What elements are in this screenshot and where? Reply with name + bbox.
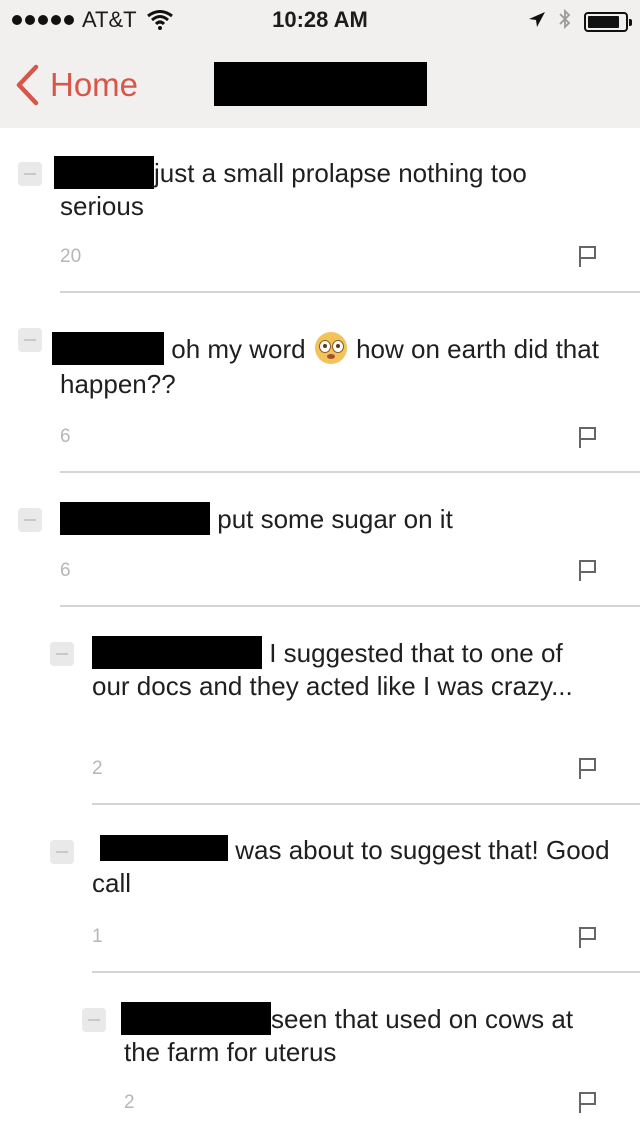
comment-text: was about to suggest that! Good call <box>92 834 612 900</box>
flag-icon[interactable] <box>578 244 598 268</box>
comment-list: just a small prolapse nothing too seriou… <box>0 128 640 1136</box>
comment-score: 2 <box>92 758 103 779</box>
comment-divider <box>60 291 640 293</box>
redacted-username <box>100 835 228 861</box>
comment-text: seen that used on cows at the farm for u… <box>121 1002 604 1069</box>
back-button[interactable]: Home <box>14 64 138 106</box>
location-arrow-icon <box>528 9 546 35</box>
bluetooth-icon <box>558 8 572 36</box>
status-right <box>528 8 632 36</box>
flag-icon[interactable] <box>578 925 598 949</box>
redacted-username <box>54 156 154 189</box>
top-bar: AT&T 10:28 AM Home <box>0 0 640 128</box>
collapse-button[interactable] <box>18 328 42 352</box>
comment-text: put some sugar on it <box>60 502 620 536</box>
redacted-username <box>92 636 262 669</box>
collapse-button[interactable] <box>18 508 42 532</box>
battery-nub <box>629 19 632 26</box>
comment-text: I suggested that to one of our docs and … <box>92 636 592 703</box>
flag-icon[interactable] <box>578 1090 598 1114</box>
status-bar: AT&T 10:28 AM <box>0 0 640 40</box>
comment-score: 6 <box>60 560 71 581</box>
flag-icon[interactable] <box>578 558 598 582</box>
redacted-title <box>214 62 427 106</box>
comment-score: 6 <box>60 426 71 447</box>
navigation-bar: Home <box>0 40 640 128</box>
comment-divider <box>92 803 640 805</box>
collapse-button[interactable] <box>50 840 74 864</box>
redacted-username <box>52 332 164 365</box>
comment-body: put some sugar on it <box>217 504 453 534</box>
collapse-button[interactable] <box>18 162 42 186</box>
battery-fill <box>588 16 619 28</box>
collapse-button[interactable] <box>82 1008 106 1032</box>
comment-divider <box>60 605 640 607</box>
comment-score: 20 <box>60 246 82 267</box>
flag-icon[interactable] <box>578 756 598 780</box>
comment-score: 1 <box>92 926 103 947</box>
comment-score: 2 <box>124 1092 135 1113</box>
battery-icon <box>584 12 632 32</box>
flag-icon[interactable] <box>578 425 598 449</box>
collapse-button[interactable] <box>50 642 74 666</box>
comment-text: oh my word how on earth did that happen?… <box>52 332 620 402</box>
redacted-username <box>60 502 210 535</box>
comment-body-part1: oh my word <box>171 334 306 364</box>
back-label: Home <box>50 66 139 103</box>
comment-divider <box>92 971 640 973</box>
redacted-username <box>121 1002 271 1035</box>
comment-text: just a small prolapse nothing too seriou… <box>54 156 600 223</box>
chevron-left-icon <box>16 64 39 106</box>
comment-divider <box>60 471 640 473</box>
flushed-face-emoji <box>314 332 347 364</box>
